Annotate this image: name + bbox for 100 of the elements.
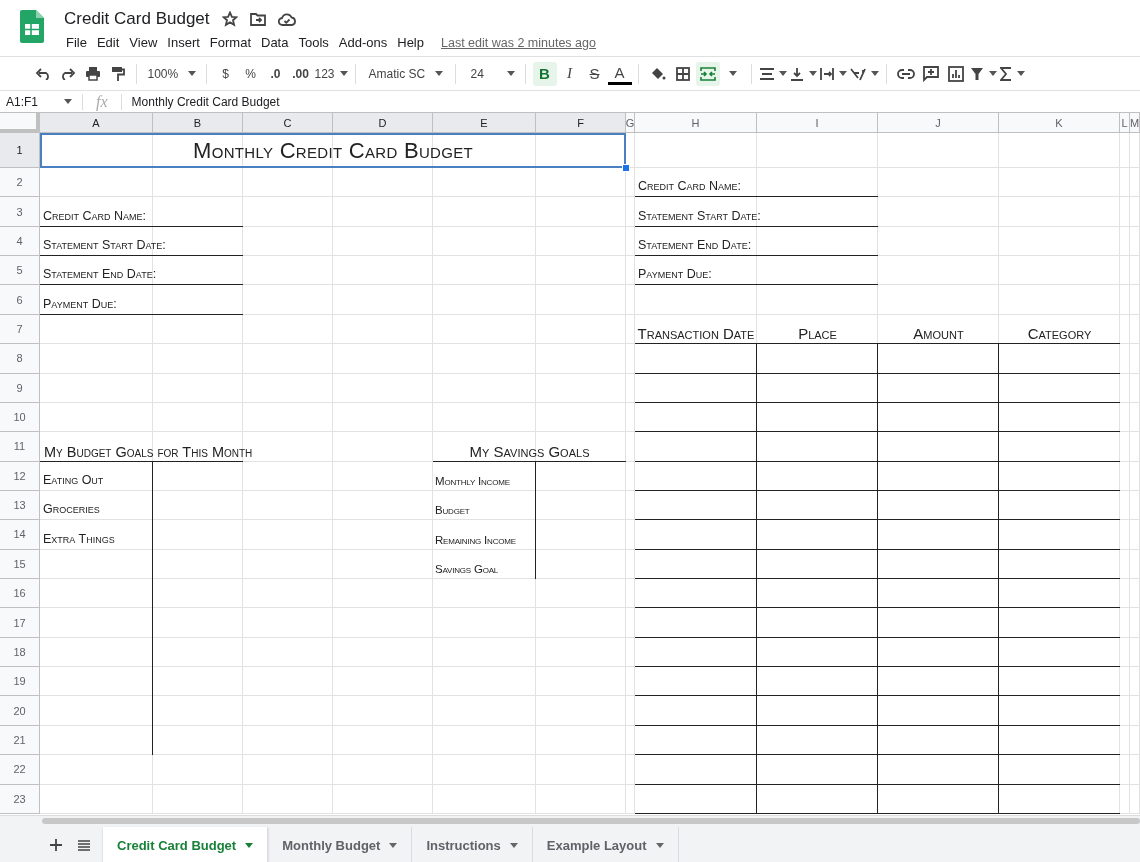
column-header[interactable]: E bbox=[433, 113, 536, 133]
row-header[interactable]: 2 bbox=[0, 168, 40, 198]
menu-item[interactable]: Add-ons bbox=[333, 33, 393, 52]
menu-item[interactable]: File bbox=[61, 33, 92, 52]
star-icon[interactable] bbox=[221, 11, 238, 27]
menu-item[interactable]: Help bbox=[392, 33, 429, 52]
row-header[interactable]: 19 bbox=[0, 667, 40, 697]
formula-input[interactable]: Monthly Credit Card Budget bbox=[131, 94, 280, 109]
cloud-check-icon[interactable] bbox=[277, 12, 296, 26]
savings-item: Savings Goal bbox=[434, 563, 500, 578]
print-icon bbox=[84, 66, 101, 81]
horizontal-scrollbar[interactable] bbox=[42, 818, 1140, 824]
currency-button[interactable]: $ bbox=[213, 61, 238, 86]
decrease-decimals-button[interactable]: .0 bbox=[263, 61, 288, 86]
sheet-tab[interactable]: Instructions bbox=[412, 827, 533, 862]
list-icon bbox=[78, 839, 90, 851]
row-header[interactable]: 5 bbox=[0, 256, 40, 286]
sheet-title: Monthly Credit Card Budget bbox=[193, 137, 473, 164]
fx-label: fx bbox=[96, 92, 108, 111]
column-header[interactable]: H bbox=[635, 113, 757, 133]
menu-item[interactable]: View bbox=[124, 33, 163, 52]
column-header[interactable]: D bbox=[333, 113, 433, 133]
sheets-logo-icon[interactable] bbox=[20, 10, 44, 43]
text-rotation-icon bbox=[849, 66, 866, 81]
row-header[interactable]: 10 bbox=[0, 402, 40, 433]
row-header[interactable]: 7 bbox=[0, 314, 40, 345]
budget-category: Groceries bbox=[42, 502, 101, 519]
caret-icon bbox=[509, 842, 518, 848]
caret-icon bbox=[778, 71, 787, 76]
row-header[interactable]: 11 bbox=[0, 432, 40, 462]
text-color-button[interactable]: A bbox=[607, 62, 632, 85]
column-header[interactable]: J bbox=[878, 113, 999, 133]
row-header[interactable]: 4 bbox=[0, 226, 40, 257]
menu-item[interactable]: Edit bbox=[91, 33, 125, 52]
sheet-tab[interactable]: Example Layout bbox=[532, 827, 679, 862]
name-box[interactable]: A1:F1 bbox=[0, 91, 78, 112]
caret-icon bbox=[187, 71, 196, 76]
fill-handle[interactable] bbox=[622, 164, 630, 172]
row-header[interactable]: 1 bbox=[0, 133, 40, 168]
menu-item[interactable]: Insert bbox=[162, 33, 205, 52]
bold-button[interactable]: B bbox=[532, 61, 557, 86]
column-header[interactable]: K bbox=[999, 113, 1120, 133]
menu-item[interactable]: Data bbox=[256, 33, 294, 52]
column-header[interactable]: M bbox=[1130, 113, 1140, 133]
caret-icon bbox=[339, 71, 348, 76]
italic-button[interactable]: I bbox=[557, 61, 582, 86]
percent-button[interactable]: % bbox=[238, 61, 263, 86]
row-header[interactable]: 9 bbox=[0, 373, 40, 403]
field-label: Credit Card Name: bbox=[42, 208, 147, 225]
increase-decimals-button[interactable]: .00 bbox=[288, 61, 313, 86]
row-header[interactable]: 20 bbox=[0, 696, 40, 726]
menu-item[interactable]: Tools bbox=[293, 33, 334, 52]
field-label: Statement End Date: bbox=[42, 267, 158, 284]
row-header[interactable]: 16 bbox=[0, 579, 40, 609]
row-header[interactable]: 14 bbox=[0, 520, 40, 550]
savings-item: Remaining Income bbox=[434, 533, 517, 548]
caret-icon bbox=[838, 71, 847, 76]
column-heading: Amount bbox=[913, 325, 964, 345]
column-header[interactable]: L bbox=[1120, 113, 1130, 133]
row-header[interactable]: 21 bbox=[0, 725, 40, 756]
folder-icon[interactable] bbox=[249, 12, 266, 26]
redo-icon bbox=[59, 67, 76, 80]
row-header[interactable]: 8 bbox=[0, 344, 40, 374]
menu-item[interactable]: Format bbox=[204, 33, 256, 52]
caret-icon bbox=[655, 842, 664, 848]
row-header[interactable]: 6 bbox=[0, 285, 40, 315]
field-label: Statement Start Date: bbox=[637, 208, 762, 225]
column-header[interactable]: F bbox=[536, 113, 626, 133]
caret-icon bbox=[434, 71, 443, 76]
row-header[interactable]: 13 bbox=[0, 490, 40, 521]
sheet-tab[interactable]: Credit Card Budget bbox=[103, 827, 269, 862]
text-wrap-icon bbox=[819, 66, 834, 81]
row-header[interactable]: 3 bbox=[0, 197, 40, 227]
field-label: Statement End Date: bbox=[637, 238, 753, 255]
font-size-dropdown[interactable]: 24 bbox=[462, 61, 519, 86]
column-heading: Category bbox=[1027, 325, 1092, 345]
column-header[interactable]: I bbox=[757, 113, 878, 133]
row-header[interactable]: 22 bbox=[0, 755, 40, 785]
sheet-tab[interactable]: Monthly Budget bbox=[268, 827, 413, 862]
column-header[interactable]: A bbox=[40, 113, 153, 133]
row-header[interactable]: 23 bbox=[0, 784, 40, 814]
last-edit-link[interactable]: Last edit was 2 minutes ago bbox=[441, 35, 596, 50]
caret-icon bbox=[245, 842, 254, 848]
column-header[interactable]: B bbox=[153, 113, 243, 133]
sigma-icon bbox=[999, 66, 1012, 81]
column-header[interactable]: C bbox=[243, 113, 333, 133]
field-label: Payment Due: bbox=[637, 267, 713, 284]
savings-item: Budget bbox=[434, 504, 471, 519]
budget-category: Extra Things bbox=[42, 531, 116, 548]
row-header[interactable]: 15 bbox=[0, 549, 40, 580]
more-formats-button[interactable]: 123 bbox=[313, 61, 349, 86]
document-title[interactable]: Credit Card Budget bbox=[64, 9, 210, 29]
zoom-dropdown[interactable]: 100% bbox=[143, 61, 200, 86]
row-header[interactable]: 12 bbox=[0, 461, 40, 491]
font-dropdown[interactable]: Amatic SC bbox=[362, 61, 449, 86]
row-header[interactable]: 18 bbox=[0, 637, 40, 668]
row-header[interactable]: 17 bbox=[0, 608, 40, 638]
field-label: Statement Start Date: bbox=[42, 238, 167, 255]
merge-cells-button[interactable] bbox=[695, 61, 720, 86]
strikethrough-button[interactable]: S bbox=[582, 61, 607, 86]
